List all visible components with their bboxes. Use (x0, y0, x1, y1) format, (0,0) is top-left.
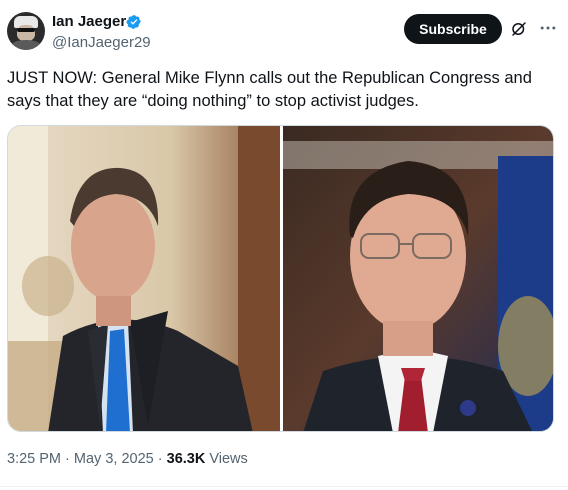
avatar[interactable] (7, 12, 45, 50)
photo-left-image (8, 126, 280, 431)
views-label: Views (209, 451, 248, 467)
tweet-meta: 3:25 PM · May 3, 2025 · 36.3K Views (7, 451, 248, 467)
divider (0, 486, 568, 487)
meta-separator: · (65, 451, 70, 467)
author-display-name[interactable]: Ian Jaeger (52, 13, 126, 30)
verified-badge-icon (126, 15, 141, 29)
more-icon[interactable] (538, 18, 558, 38)
grok-icon[interactable] (510, 20, 528, 38)
tweet-date[interactable]: May 3, 2025 (74, 451, 154, 467)
author-handle[interactable]: @IanJaeger29 (52, 34, 151, 51)
photo-left[interactable] (8, 126, 280, 431)
photo-right[interactable] (283, 126, 553, 431)
tweet-time[interactable]: 3:25 PM (7, 451, 61, 467)
tweet-media[interactable] (7, 125, 554, 432)
tweet-text: JUST NOW: General Mike Flynn calls out t… (7, 69, 532, 110)
subscribe-button[interactable]: Subscribe (404, 14, 502, 44)
photo-right-image (283, 126, 553, 431)
meta-separator: · (157, 451, 163, 467)
tweet-header: Ian Jaeger @IanJaeger29 Subscribe (0, 0, 568, 62)
views-count: 36.3K (166, 451, 206, 467)
